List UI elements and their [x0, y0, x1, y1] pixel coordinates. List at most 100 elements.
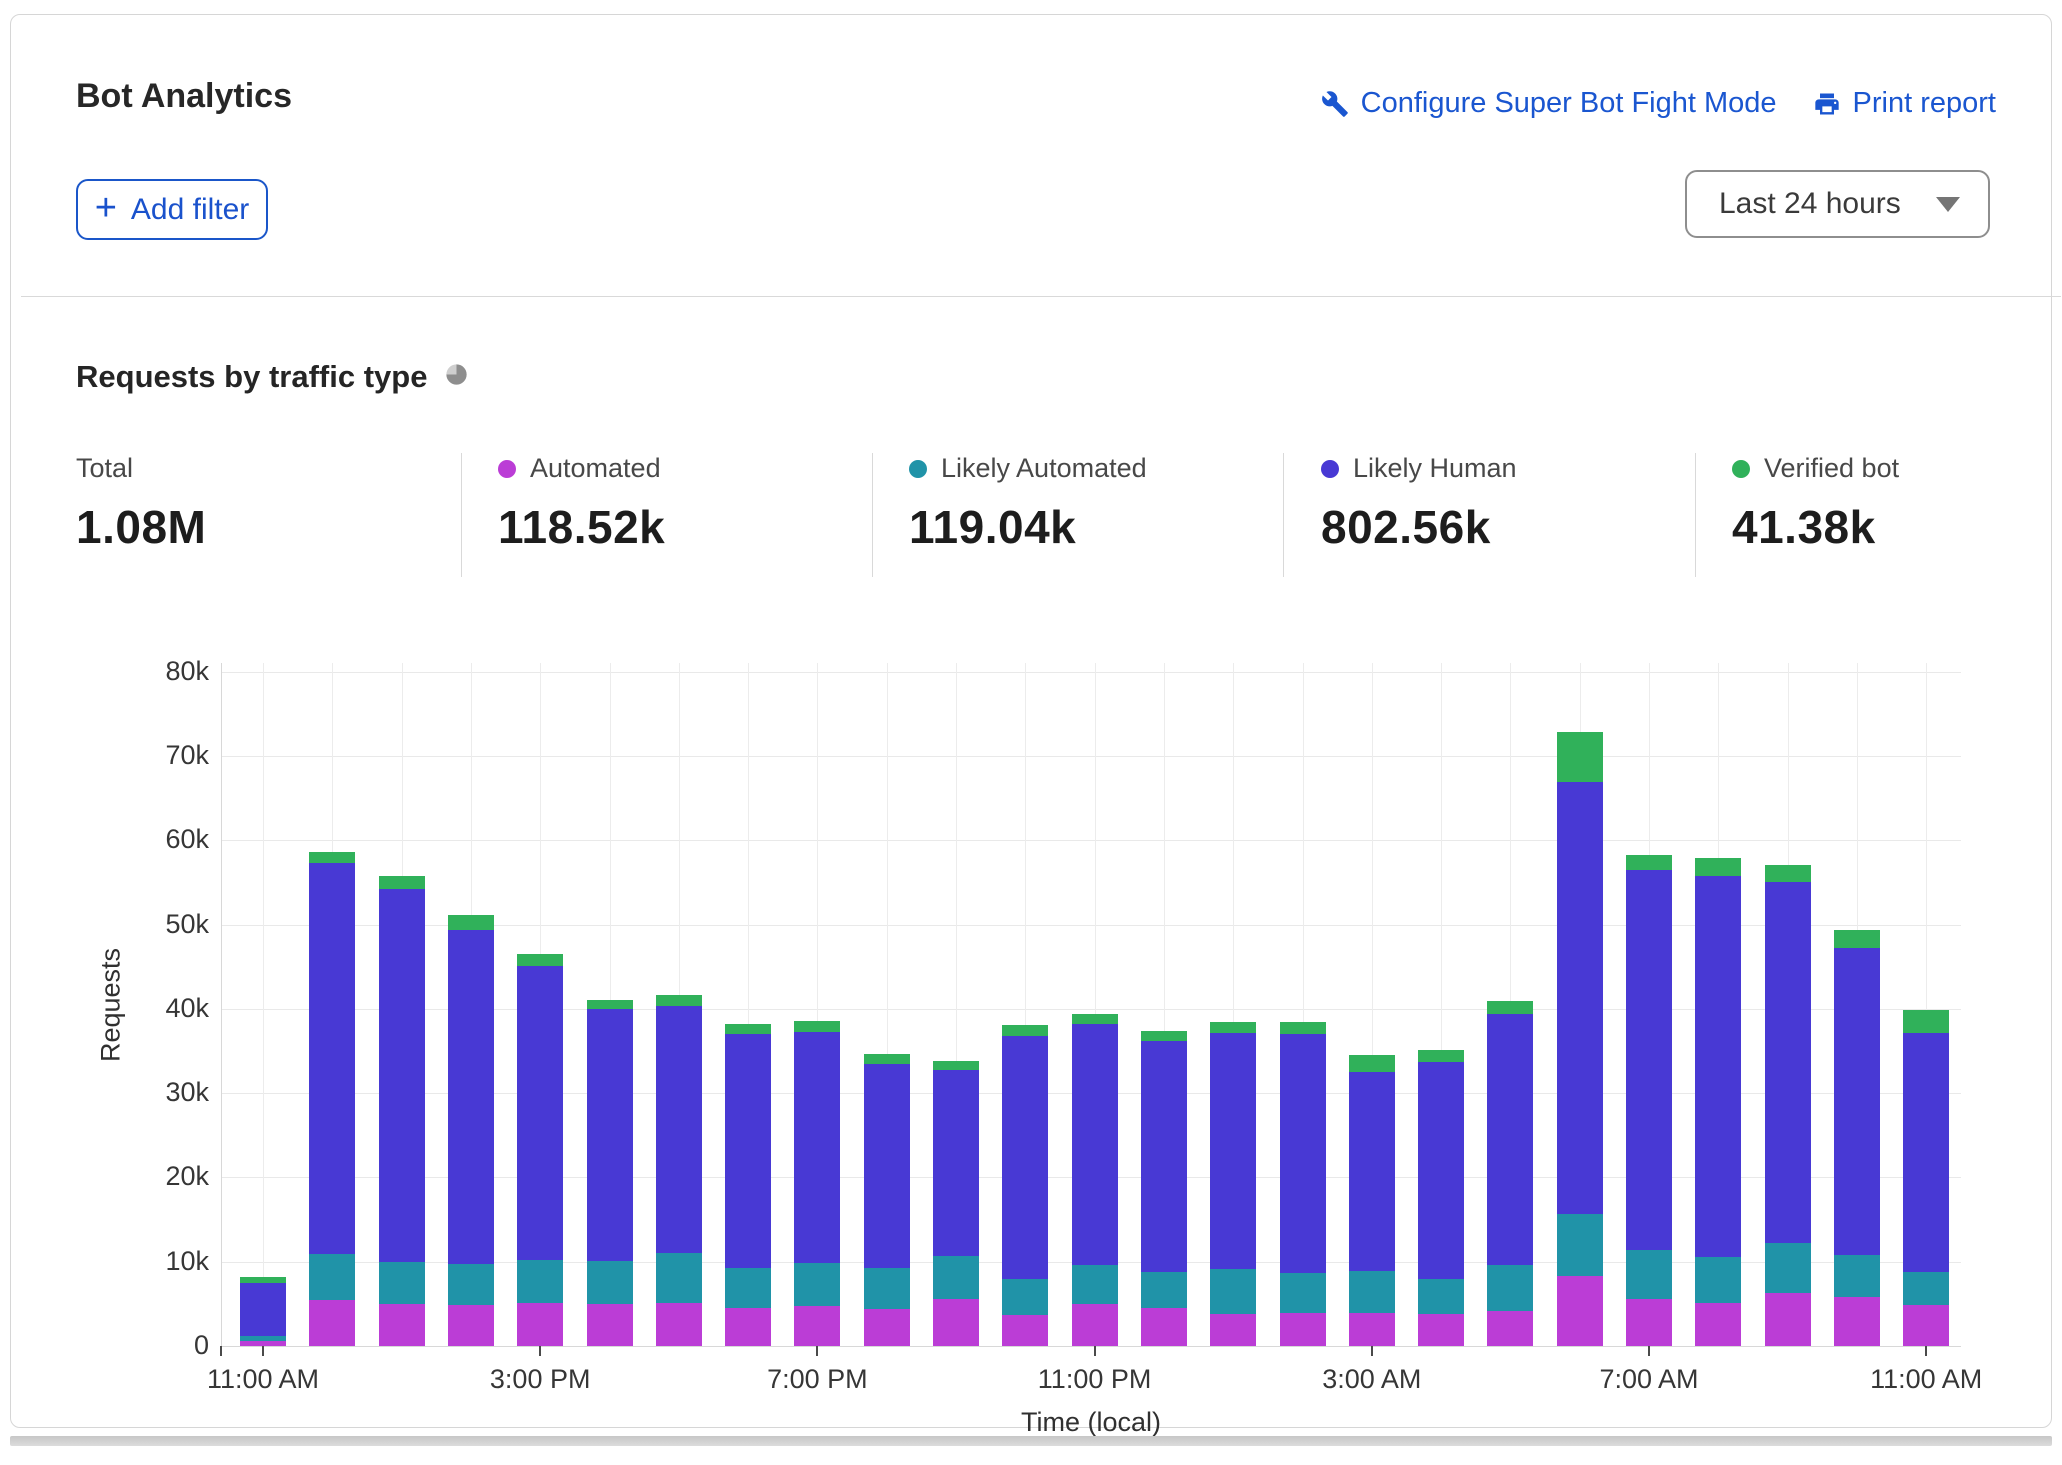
bar-segment-automated[interactable]	[1487, 1311, 1533, 1346]
bar-segment-likely-automated[interactable]	[379, 1262, 425, 1304]
bar-segment-likely-human[interactable]	[587, 1009, 633, 1261]
bar-segment-likely-automated[interactable]	[1002, 1279, 1048, 1314]
bar-segment-verified-bot[interactable]	[1557, 732, 1603, 782]
bar-segment-likely-automated[interactable]	[1695, 1257, 1741, 1303]
bar-segment-verified-bot[interactable]	[1765, 865, 1811, 881]
bar-segment-likely-automated[interactable]	[1418, 1279, 1464, 1314]
bar-segment-likely-human[interactable]	[240, 1283, 286, 1336]
bar-segment-likely-automated[interactable]	[933, 1256, 979, 1299]
bar-segment-verified-bot[interactable]	[1695, 858, 1741, 876]
time-range-dropdown[interactable]: Last 24 hours	[1685, 170, 1990, 238]
bar-segment-automated[interactable]	[1002, 1315, 1048, 1346]
bar-segment-verified-bot[interactable]	[656, 995, 702, 1006]
bar-segment-likely-human[interactable]	[1487, 1014, 1533, 1265]
bar-segment-likely-automated[interactable]	[517, 1260, 563, 1303]
bar-segment-likely-human[interactable]	[379, 889, 425, 1262]
bar-segment-likely-human[interactable]	[1072, 1024, 1118, 1265]
bar-segment-likely-automated[interactable]	[1765, 1243, 1811, 1293]
print-report-link[interactable]: Print report	[1813, 87, 1996, 120]
bar-segment-automated[interactable]	[448, 1305, 494, 1346]
bar-segment-likely-human[interactable]	[1695, 876, 1741, 1257]
bar-segment-verified-bot[interactable]	[864, 1054, 910, 1064]
bar-segment-verified-bot[interactable]	[240, 1277, 286, 1283]
bar-segment-verified-bot[interactable]	[1002, 1025, 1048, 1036]
bar-segment-likely-automated[interactable]	[587, 1261, 633, 1304]
bar-segment-likely-automated[interactable]	[1487, 1265, 1533, 1311]
bar-segment-verified-bot[interactable]	[1349, 1055, 1395, 1072]
bar-segment-likely-automated[interactable]	[1141, 1272, 1187, 1308]
bar-segment-automated[interactable]	[587, 1304, 633, 1346]
bar-segment-likely-automated[interactable]	[725, 1268, 771, 1308]
bar-segment-likely-human[interactable]	[1418, 1062, 1464, 1279]
bar-segment-verified-bot[interactable]	[1210, 1022, 1256, 1033]
bar-segment-likely-human[interactable]	[309, 863, 355, 1254]
bar-segment-likely-automated[interactable]	[1210, 1269, 1256, 1314]
configure-super-bot-fight-mode-link[interactable]: Configure Super Bot Fight Mode	[1321, 87, 1777, 120]
bar-segment-verified-bot[interactable]	[1418, 1050, 1464, 1062]
bar-segment-verified-bot[interactable]	[587, 1000, 633, 1009]
bar-segment-likely-automated[interactable]	[1903, 1272, 1949, 1305]
bar-segment-likely-human[interactable]	[1280, 1034, 1326, 1273]
bar-segment-likely-human[interactable]	[656, 1006, 702, 1253]
bar-segment-likely-human[interactable]	[1210, 1033, 1256, 1269]
bar-segment-automated[interactable]	[379, 1304, 425, 1346]
bar-segment-verified-bot[interactable]	[1626, 855, 1672, 869]
bar-segment-likely-human[interactable]	[933, 1070, 979, 1255]
bar-segment-verified-bot[interactable]	[379, 876, 425, 889]
bar-segment-likely-human[interactable]	[448, 930, 494, 1265]
bar-segment-likely-human[interactable]	[1626, 870, 1672, 1250]
bar-segment-likely-human[interactable]	[1834, 948, 1880, 1255]
bar-segment-likely-automated[interactable]	[656, 1253, 702, 1303]
add-filter-button[interactable]: + Add filter	[76, 179, 268, 240]
bar-segment-automated[interactable]	[1210, 1314, 1256, 1346]
bar-segment-verified-bot[interactable]	[933, 1061, 979, 1070]
bar-segment-automated[interactable]	[1557, 1276, 1603, 1346]
bar-segment-automated[interactable]	[1349, 1313, 1395, 1346]
bar-segment-automated[interactable]	[1141, 1308, 1187, 1346]
bar-segment-likely-automated[interactable]	[309, 1254, 355, 1300]
bar-segment-automated[interactable]	[1695, 1303, 1741, 1346]
bar-segment-automated[interactable]	[864, 1309, 910, 1346]
bar-segment-automated[interactable]	[794, 1306, 840, 1346]
bar-segment-automated[interactable]	[1765, 1293, 1811, 1346]
bar-segment-likely-automated[interactable]	[1349, 1271, 1395, 1313]
bar-segment-likely-automated[interactable]	[1626, 1250, 1672, 1299]
bar-segment-verified-bot[interactable]	[725, 1024, 771, 1034]
bar-segment-likely-human[interactable]	[725, 1034, 771, 1268]
bar-segment-automated[interactable]	[656, 1303, 702, 1346]
bar-segment-likely-human[interactable]	[794, 1032, 840, 1263]
bar-segment-verified-bot[interactable]	[1903, 1010, 1949, 1034]
bar-segment-verified-bot[interactable]	[1834, 930, 1880, 949]
bar-segment-automated[interactable]	[933, 1299, 979, 1346]
bar-segment-automated[interactable]	[309, 1300, 355, 1346]
bar-segment-likely-human[interactable]	[1002, 1036, 1048, 1280]
bar-segment-likely-automated[interactable]	[1834, 1255, 1880, 1297]
bar-segment-verified-bot[interactable]	[1072, 1014, 1118, 1024]
bar-segment-automated[interactable]	[1280, 1313, 1326, 1346]
bar-segment-verified-bot[interactable]	[794, 1021, 840, 1031]
bar-segment-likely-automated[interactable]	[448, 1264, 494, 1304]
bar-segment-automated[interactable]	[517, 1303, 563, 1346]
bar-segment-likely-human[interactable]	[1765, 882, 1811, 1244]
bar-segment-automated[interactable]	[725, 1308, 771, 1346]
bar-segment-likely-automated[interactable]	[1072, 1265, 1118, 1304]
bar-segment-verified-bot[interactable]	[309, 852, 355, 863]
bar-segment-automated[interactable]	[1072, 1304, 1118, 1346]
bar-segment-automated[interactable]	[1418, 1314, 1464, 1346]
bar-segment-automated[interactable]	[1626, 1299, 1672, 1346]
bar-segment-verified-bot[interactable]	[1280, 1022, 1326, 1034]
bar-segment-likely-automated[interactable]	[794, 1263, 840, 1307]
bar-segment-verified-bot[interactable]	[1141, 1031, 1187, 1041]
bar-segment-likely-automated[interactable]	[240, 1336, 286, 1341]
bar-segment-likely-automated[interactable]	[864, 1268, 910, 1308]
bar-segment-verified-bot[interactable]	[448, 915, 494, 929]
bar-segment-automated[interactable]	[240, 1341, 286, 1346]
bar-segment-verified-bot[interactable]	[517, 954, 563, 966]
bar-segment-likely-automated[interactable]	[1557, 1214, 1603, 1276]
bar-segment-likely-human[interactable]	[517, 966, 563, 1260]
bar-segment-automated[interactable]	[1903, 1305, 1949, 1346]
bar-segment-likely-human[interactable]	[1903, 1033, 1949, 1272]
bar-segment-automated[interactable]	[1834, 1297, 1880, 1346]
bar-segment-likely-human[interactable]	[864, 1064, 910, 1268]
bar-segment-likely-human[interactable]	[1349, 1072, 1395, 1271]
